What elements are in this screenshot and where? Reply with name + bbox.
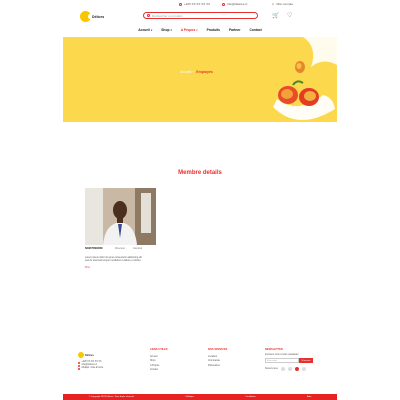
nav-item-shop[interactable]: Shop ▾	[161, 26, 172, 34]
member-bio: Lorem ipsum dolor sit amet consectetur a…	[85, 256, 142, 263]
bottom-link[interactable]: Conditions	[245, 396, 255, 398]
section-title: Membre details	[178, 170, 222, 176]
phone-icon	[78, 361, 80, 364]
search-input[interactable]: Rechercher un produit...	[143, 12, 258, 19]
breadcrumb-current: Employés	[196, 70, 213, 74]
breadcrumb-home[interactable]: Accueil	[180, 70, 191, 74]
chevron-down-icon: ▾	[196, 28, 198, 32]
location-icon	[78, 367, 80, 370]
mail-icon	[222, 2, 226, 6]
footer-link[interactable]: Partenaires	[208, 364, 227, 369]
header: Délices Rechercher un produit... 🛒 ♡	[63, 8, 337, 26]
footer: Délices +225 XX XX XX XX info@delices.ci…	[63, 340, 337, 395]
hero-banner: Accueil / Employés	[63, 37, 337, 122]
footer-logo-mark	[78, 352, 84, 358]
newsletter-email-input[interactable]: Votre email	[265, 358, 299, 363]
nav-item-contact[interactable]: Contact	[249, 26, 261, 34]
heart-icon[interactable]: ♡	[287, 12, 292, 19]
search-icon	[147, 14, 150, 17]
member-photo[interactable]	[85, 188, 156, 245]
newsletter-subscribe-button[interactable]: S'inscrire	[299, 358, 313, 363]
phone-icon	[179, 2, 182, 6]
logo[interactable]: Délices	[80, 11, 104, 22]
user-icon: ☺	[271, 2, 275, 6]
logo-mark	[80, 11, 92, 22]
footer-logo[interactable]: Délices	[78, 352, 94, 358]
footer-col-links: LIENS UTILES Accueil Shop A Propos Conta…	[150, 348, 168, 373]
footer-link[interactable]: Contact	[150, 368, 168, 373]
youtube-icon[interactable]	[294, 367, 299, 371]
twitter-icon[interactable]	[287, 367, 292, 371]
footer-contacts: +225 XX XX XX XX info@delices.ci Abidjan…	[78, 361, 103, 370]
facebook-icon[interactable]	[280, 367, 285, 371]
chevron-down-icon: ▾	[170, 28, 172, 32]
bottom-link[interactable]: Aide	[307, 396, 311, 398]
member-role-detail: Général	[133, 247, 142, 250]
mail-icon	[78, 364, 80, 367]
nav-item-partner[interactable]: Partner	[229, 26, 241, 34]
member-role: Directeur	[115, 247, 126, 250]
bottom-link[interactable]: Politique	[186, 396, 194, 398]
copyright: © Copyright 2023 Délices. Tous droits ré…	[88, 396, 135, 398]
footer-newsletter: NEWSLETTER Inscrivez-vous à notre newsle…	[265, 348, 313, 371]
main-nav: Accueil ▾ Shop ▾ A Propos ▾ Produits Partne…	[63, 26, 337, 34]
bottom-bar: © Copyright 2023 Délices. Tous droits ré…	[63, 394, 337, 400]
nav-item-produits[interactable]: Produits	[207, 26, 220, 34]
chevron-down-icon: ▾	[150, 28, 153, 32]
email-contact[interactable]: info@delices.ci	[222, 2, 247, 6]
member-more-link[interactable]: Plus	[85, 266, 90, 269]
nav-item-apropos[interactable]: A Propos ▾	[181, 26, 198, 34]
nav-item-accueil[interactable]: Accueil ▾	[138, 26, 152, 34]
member-name: NOM PRENOM	[85, 247, 103, 250]
breadcrumb: Accueil / Employés	[180, 70, 213, 74]
instagram-icon[interactable]	[301, 367, 306, 371]
footer-col-services: NOS SERVICES Livraison Commande Partenai…	[208, 348, 228, 369]
account-link[interactable]: ☺ Mon compte	[271, 2, 293, 6]
phone-contact[interactable]: +225 XX XX XX XX	[179, 2, 210, 6]
social-links: Suivez-nous	[265, 367, 313, 371]
mango-milk-illustration	[273, 37, 337, 121]
cart-icon[interactable]: 🛒	[272, 12, 279, 19]
